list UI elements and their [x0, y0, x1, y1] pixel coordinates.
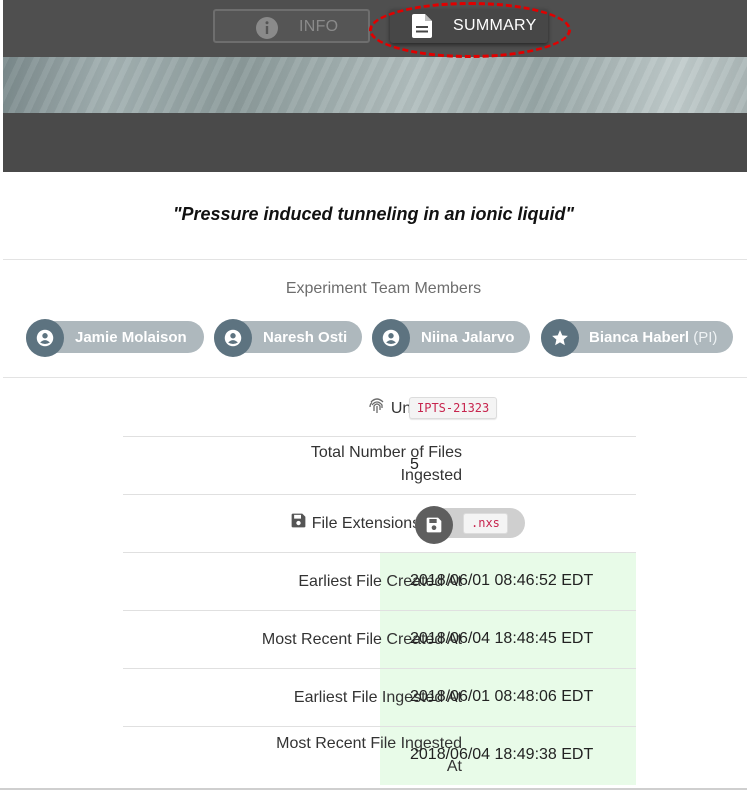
tab-info[interactable]: INFO: [213, 9, 370, 43]
header: INFO SUMMARY: [3, 0, 747, 172]
header-lower-bar: [3, 113, 747, 172]
row-divider: [123, 668, 636, 669]
unique-id-value: IPTS-21323: [409, 397, 498, 419]
row-divider: [123, 436, 636, 437]
save-icon: [291, 512, 306, 535]
file-extension-chip[interactable]: .nxs: [415, 506, 525, 544]
team-member-chip[interactable]: Niina Jalarvo: [372, 319, 530, 357]
account-circle-icon: [214, 319, 252, 357]
team-member-label: Bianca Haberl (PI): [589, 329, 717, 346]
divider: [3, 259, 747, 260]
total-files-label: Total Number of Files Ingested: [311, 441, 462, 487]
star-icon: [541, 319, 579, 357]
team-member-name: Niina Jalarvo: [421, 329, 515, 346]
total-files-label-line: Total Number of Files: [310, 444, 462, 461]
earliest-ingested-value: 2018/06/01 08:48:06 EDT: [410, 688, 594, 705]
team-heading: Experiment Team Members: [285, 280, 482, 297]
total-files-label-line: Ingested: [400, 467, 462, 484]
recent-created-value: 2018/06/04 18:48:45 EDT: [410, 630, 594, 647]
row-divider: [123, 726, 636, 727]
team-member-chip[interactable]: Jamie Molaison: [26, 319, 204, 357]
summary-highlight-annotation: [369, 2, 571, 58]
tab-info-label: INFO: [299, 18, 339, 35]
total-files-value: 5: [410, 456, 419, 473]
team-member-name: Jamie Molaison: [75, 329, 187, 346]
save-icon: [415, 506, 453, 544]
info-icon: [255, 16, 279, 45]
earliest-created-value: 2018/06/01 08:46:52 EDT: [410, 572, 594, 589]
file-extension-value: .nxs: [463, 513, 508, 534]
experiment-title: "Pressure induced tunneling in an ionic …: [172, 204, 575, 224]
team-member-name: Bianca Haberl: [589, 329, 690, 346]
team-member-role: (PI): [693, 329, 718, 346]
team-member-chip-pi[interactable]: Bianca Haberl (PI): [541, 319, 733, 357]
fingerprint-icon: [369, 396, 385, 421]
recent-ingested-value: 2018/06/04 18:49:38 EDT: [410, 746, 594, 763]
account-circle-icon: [26, 319, 64, 357]
team-member-name: Naresh Osti: [263, 329, 348, 346]
header-banner-image: [3, 57, 747, 113]
row-divider: [123, 494, 636, 495]
account-circle-icon: [372, 319, 410, 357]
row-divider: [123, 610, 636, 611]
divider: [3, 377, 747, 378]
team-member-chip[interactable]: Naresh Osti: [214, 319, 362, 357]
